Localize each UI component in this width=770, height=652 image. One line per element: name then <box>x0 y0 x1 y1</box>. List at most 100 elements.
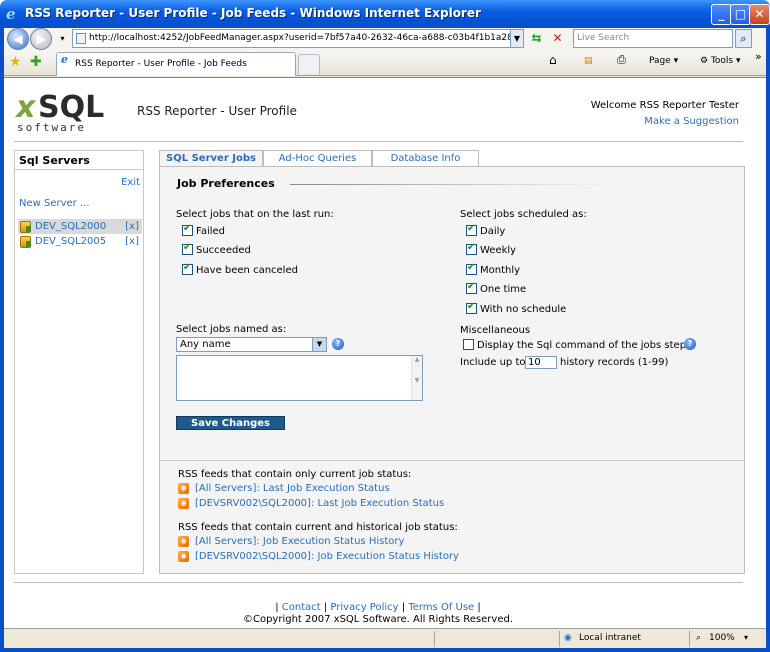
minimize-button[interactable]: _ <box>711 4 732 25</box>
server-item-dev-sql2000[interactable]: DEV_SQL2000 [x] <box>18 219 142 234</box>
weekly-label: Weekly <box>480 245 517 256</box>
one-time-checkbox[interactable] <box>466 281 477 294</box>
display-sql-checkbox[interactable] <box>463 339 474 350</box>
status-bar: ◉ Local intranet ⌕ 100% ▾ <box>4 628 766 648</box>
feed-link-current-devsrv[interactable]: ◉ [DEVSRV002\SQL2000]: Last Job Executio… <box>178 498 444 510</box>
footer-divider <box>14 582 743 583</box>
privacy-policy-link[interactable]: Privacy Policy <box>330 602 398 613</box>
chevron-down-icon[interactable]: ▼ <box>312 338 326 351</box>
history-count-input[interactable]: 10 <box>525 356 557 369</box>
server-name: DEV_SQL2005 <box>35 236 107 247</box>
feed-link-history-devsrv[interactable]: ◉ [DEVSRV002\SQL2000]: Job Execution Sta… <box>178 551 459 563</box>
intranet-zone-icon: ◉ <box>564 633 572 643</box>
rss-feeds-section: RSS feeds that contain only current job … <box>160 460 744 573</box>
server-name: DEV_SQL2000 <box>35 221 107 232</box>
daily-checkbox[interactable] <box>466 223 477 236</box>
browser-tabbar: ★ ✚ e RSS Reporter - User Profile - Job … <box>4 50 766 76</box>
window-title: RSS Reporter - User Profile - Job Feeds … <box>25 6 481 20</box>
contact-link[interactable]: Contact <box>282 602 321 613</box>
tab-ad-hoc-queries[interactable]: Ad-Hoc Queries <box>263 150 372 167</box>
browser-frame: ◀ ▶ ▾ http://localhost:4252/JobFeedManag… <box>0 28 770 652</box>
sql-servers-panel: Sql Servers Exit New Server ... DEV_SQL2… <box>14 150 144 574</box>
no-schedule-checkbox[interactable] <box>466 301 477 314</box>
zoom-dropdown-icon[interactable]: ▾ <box>744 633 748 642</box>
search-icon[interactable]: ⌕ <box>735 29 752 48</box>
tab-ie-icon: e <box>61 53 68 66</box>
status-separator <box>689 631 690 647</box>
address-field[interactable]: http://localhost:4252/JobFeedManager.asp… <box>72 29 512 48</box>
feeds-icon[interactable]: ▤ <box>584 56 593 66</box>
canceled-label: Have been canceled <box>196 265 298 276</box>
monthly-checkbox[interactable] <box>466 262 477 275</box>
refresh-icon[interactable]: ⇆ <box>528 30 545 47</box>
canceled-checkbox[interactable] <box>182 262 193 275</box>
toolbar-overflow-chevron[interactable]: » <box>755 50 762 63</box>
browser-tab-title: RSS Reporter - User Profile - Job Feeds <box>75 59 247 69</box>
page-icon <box>76 33 86 44</box>
search-input[interactable]: Live Search <box>573 29 733 48</box>
display-sql-label: Display the Sql command of the jobs step… <box>477 340 692 351</box>
logo-software: software <box>17 121 86 134</box>
footer-links: | Contact | Privacy Policy | Terms Of Us… <box>275 602 481 613</box>
page-menu[interactable]: Page ▾ <box>649 56 678 66</box>
add-favorite-icon[interactable]: ✚ <box>30 54 42 70</box>
delete-server-link[interactable]: [x] <box>125 219 139 234</box>
page-viewport: x SQL software RSS Reporter - User Profi… <box>4 77 766 628</box>
failed-checkbox[interactable] <box>182 223 193 236</box>
nav-dropdown-icon[interactable]: ▾ <box>54 30 71 47</box>
stop-icon[interactable]: ✕ <box>549 30 566 47</box>
include-up-to-label: Include up to <box>460 357 526 368</box>
tools-menu[interactable]: ⚙ Tools ▾ <box>700 56 741 66</box>
last-run-label: Select jobs that on the last run: <box>176 209 334 220</box>
back-button[interactable]: ◀ <box>7 28 29 50</box>
new-server-link[interactable]: New Server ... <box>19 198 90 209</box>
maximize-button[interactable]: □ <box>730 4 751 25</box>
display-sql-help-icon[interactable]: ? <box>684 338 696 350</box>
delete-server-link[interactable]: [x] <box>125 234 139 249</box>
monthly-label: Monthly <box>480 265 521 276</box>
exit-link[interactable]: Exit <box>121 177 140 188</box>
close-button[interactable]: ✕ <box>749 4 770 25</box>
feed-link-text: [All Servers]: Last Job Execution Status <box>195 483 390 494</box>
rss-icon: ◉ <box>178 498 189 509</box>
job-name-help-icon[interactable]: ? <box>332 338 344 350</box>
new-tab-button[interactable] <box>298 54 320 74</box>
tools-menu-label: Tools <box>710 56 734 66</box>
failed-label: Failed <box>196 226 226 237</box>
succeeded-checkbox[interactable] <box>182 242 193 255</box>
status-separator <box>559 631 560 647</box>
feed-link-text: [DEVSRV002\SQL2000]: Job Execution Statu… <box>195 551 459 562</box>
welcome-text: Welcome RSS Reporter Tester <box>590 100 739 111</box>
weekly-checkbox[interactable] <box>466 242 477 255</box>
succeeded-label: Succeeded <box>196 245 251 256</box>
save-changes-button[interactable]: Save Changes <box>176 416 285 430</box>
history-records-label: history records (1-99) <box>560 357 669 368</box>
job-preferences-panel: Job Preferences Select jobs that on the … <box>159 166 745 574</box>
terms-of-use-link[interactable]: Terms Of Use <box>408 602 474 613</box>
scheduled-label: Select jobs scheduled as: <box>460 209 587 220</box>
current-feeds-label: RSS feeds that contain only current job … <box>178 469 412 480</box>
zoom-level[interactable]: 100% <box>709 633 735 643</box>
daily-label: Daily <box>480 226 506 237</box>
misc-label: Miscellaneous <box>460 325 531 336</box>
forward-button[interactable]: ▶ <box>30 28 52 50</box>
logo-sql: SQL <box>38 90 105 125</box>
job-name-select[interactable]: Any name ▼ <box>176 337 327 352</box>
one-time-label: One time <box>480 284 527 295</box>
rss-icon: ◉ <box>178 536 189 547</box>
browser-tab-active[interactable]: e RSS Reporter - User Profile - Job Feed… <box>56 52 296 76</box>
feed-link-text: [DEVSRV002\SQL2000]: Last Job Execution … <box>195 498 445 509</box>
title-underline <box>290 184 605 185</box>
tab-database-info[interactable]: Database Info <box>372 150 479 167</box>
feed-link-history-all[interactable]: ◉ [All Servers]: Job Execution Status Hi… <box>178 536 404 548</box>
server-item-dev-sql2005[interactable]: DEV_SQL2005 [x] <box>18 234 142 249</box>
home-icon[interactable]: ⌂ <box>549 53 557 67</box>
textarea-scrollbar[interactable]: ▲ ▼ <box>411 356 422 400</box>
print-icon[interactable]: ⎙ <box>617 53 626 67</box>
copyright-text: ©Copyright 2007 xSQL Software. All Right… <box>242 614 513 625</box>
feed-link-current-all[interactable]: ◉ [All Servers]: Last Job Execution Stat… <box>178 483 390 495</box>
favorites-star-icon[interactable]: ★ <box>9 54 22 70</box>
address-dropdown-icon[interactable]: ▼ <box>510 29 524 48</box>
job-name-textarea[interactable]: ▲ ▼ <box>176 355 423 401</box>
make-suggestion-link[interactable]: Make a Suggestion <box>644 116 739 127</box>
